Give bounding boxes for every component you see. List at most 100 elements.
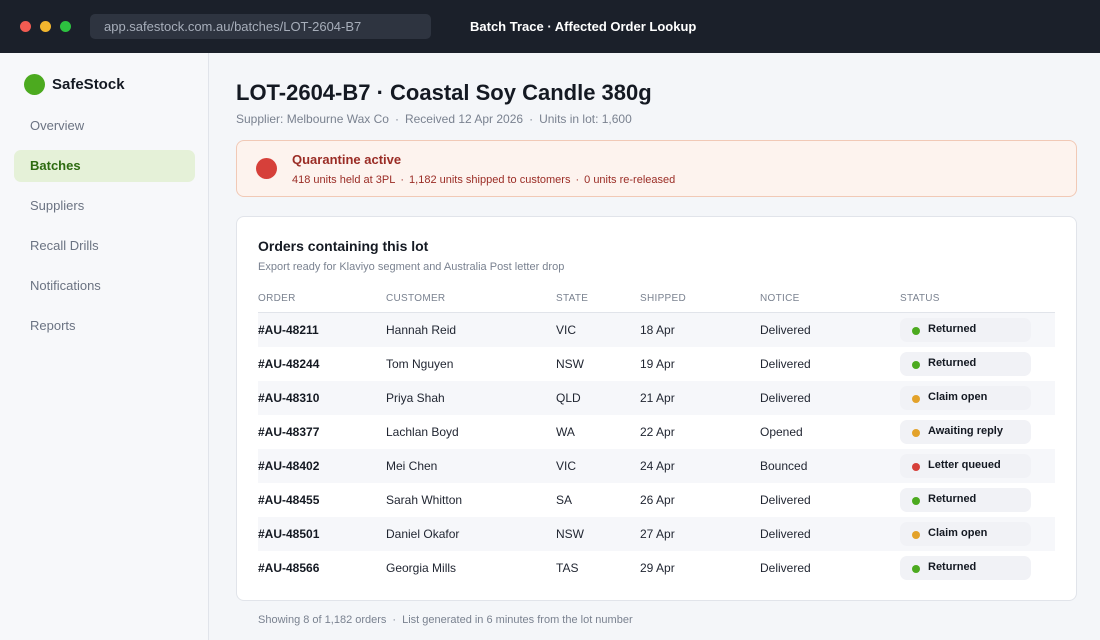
status-label: Returned xyxy=(928,357,977,369)
customer-cell: Mei Chen xyxy=(386,459,438,473)
table-footer: Showing 8 of 1,182 orders · List generated… xyxy=(258,614,633,626)
table-body: #AU-48211 Hannah Reid VIC 18 Apr Delivered Re… xyxy=(258,313,1055,585)
footer-separator: · xyxy=(392,614,397,626)
state-cell: NSW xyxy=(556,357,584,371)
order-cell[interactable]: #AU-48310 xyxy=(258,391,319,405)
column-header-shipped[interactable]: SHIPPED xyxy=(640,293,686,304)
shipped-units-text: 1,182 units shipped to customers xyxy=(409,174,571,186)
status-dot-icon xyxy=(912,565,920,573)
status-label: Returned xyxy=(928,323,977,335)
state-cell: VIC xyxy=(556,459,577,473)
status-dot-icon xyxy=(912,361,920,369)
units-text: Units in lot: 1,600 xyxy=(539,112,632,126)
column-header-notice[interactable]: NOTICE xyxy=(760,293,800,304)
shipped-date-cell: 18 Apr xyxy=(640,323,675,337)
customer-cell: Hannah Reid xyxy=(386,323,457,337)
table-row[interactable]: #AU-48244 Tom Nguyen NSW 19 Apr Delivered Ret… xyxy=(258,347,1055,381)
shipped-date-cell: 27 Apr xyxy=(640,527,675,541)
status-badge: Claim open xyxy=(900,386,1031,410)
status-label: Returned xyxy=(928,561,977,573)
order-cell[interactable]: #AU-48402 xyxy=(258,459,319,473)
shipped-date-cell: 24 Apr xyxy=(640,459,675,473)
sidebar-item-notifications[interactable]: Notifications xyxy=(14,270,195,302)
sidebar: SafeStock Overview Batches Suppliers Recall… xyxy=(0,53,209,640)
column-header-state[interactable]: STATE xyxy=(556,293,588,304)
address-bar[interactable]: app.safestock.com.au/batches/LOT-2604-B7 xyxy=(90,14,431,39)
order-cell[interactable]: #AU-48211 xyxy=(258,323,319,337)
orders-table: ORDER CUSTOMER STATE SHIPPED NOTICE STAT… xyxy=(258,287,1055,585)
orders-card-subtitle: Export ready for Klaviyo segment and Aus… xyxy=(258,261,565,273)
column-header-order[interactable]: ORDER xyxy=(258,293,296,304)
status-dot-icon xyxy=(912,531,920,539)
notice-cell: Delivered xyxy=(760,357,811,371)
state-cell: VIC xyxy=(556,323,577,337)
column-header-status[interactable]: STATUS xyxy=(900,293,940,304)
table-row[interactable]: #AU-48310 Priya Shah QLD 21 Apr Delivered Cla… xyxy=(258,381,1055,415)
table-row[interactable]: #AU-48211 Hannah Reid VIC 18 Apr Delivered Re… xyxy=(258,313,1055,347)
meta-separator: · xyxy=(394,112,399,126)
order-cell[interactable]: #AU-48566 xyxy=(258,561,319,575)
notice-cell: Delivered xyxy=(760,323,811,337)
order-cell[interactable]: #AU-48244 xyxy=(258,357,319,371)
notice-cell: Opened xyxy=(760,425,803,439)
quarantine-alert: Quarantine active 418 units held at 3PL ·… xyxy=(236,140,1077,197)
minimize-window-button[interactable] xyxy=(40,21,51,32)
released-units-text: 0 units re-released xyxy=(584,174,676,186)
status-badge: Awaiting reply xyxy=(900,420,1031,444)
status-label: Claim open xyxy=(928,527,988,539)
table-row[interactable]: #AU-48501 Daniel Okafor NSW 27 Apr Delivered… xyxy=(258,517,1055,551)
main-content: LOT-2604-B7 · Coastal Soy Candle 380g Su… xyxy=(209,53,1100,640)
held-units-text: 418 units held at 3PL xyxy=(292,174,396,186)
sidebar-item-recall-drills[interactable]: Recall Drills xyxy=(14,230,195,262)
customer-cell: Georgia Mills xyxy=(386,561,457,575)
alert-separator: · xyxy=(575,174,580,186)
showing-count-text: Showing 8 of 1,182 orders xyxy=(258,614,387,626)
state-cell: SA xyxy=(556,493,573,507)
brand-name: SafeStock xyxy=(52,75,125,93)
brand[interactable]: SafeStock xyxy=(24,73,125,95)
status-badge: Letter queued xyxy=(900,454,1031,478)
customer-cell: Sarah Whitton xyxy=(386,493,463,507)
maximize-window-button[interactable] xyxy=(60,21,71,32)
status-badge: Returned xyxy=(900,488,1031,512)
sidebar-item-batches[interactable]: Batches xyxy=(14,150,195,182)
orders-card-title: Orders containing this lot xyxy=(258,238,429,254)
sidebar-item-reports[interactable]: Reports xyxy=(14,310,195,342)
sidebar-item-suppliers[interactable]: Suppliers xyxy=(14,190,195,222)
brand-logo-icon xyxy=(24,73,45,95)
state-cell: TAS xyxy=(556,561,579,575)
order-cell[interactable]: #AU-48377 xyxy=(258,425,319,439)
supplier-text: Supplier: Melbourne Wax Co xyxy=(236,112,389,126)
status-label: Claim open xyxy=(928,391,988,403)
shipped-date-cell: 22 Apr xyxy=(640,425,675,439)
status-dot-icon xyxy=(912,327,920,335)
notice-cell: Delivered xyxy=(760,561,811,575)
alert-status-icon xyxy=(256,158,277,179)
status-dot-icon xyxy=(912,497,920,505)
sidebar-nav: Overview Batches Suppliers Recall Drills Not… xyxy=(14,110,195,350)
alert-title: Quarantine active xyxy=(292,152,402,167)
column-header-customer[interactable]: CUSTOMER xyxy=(386,293,445,304)
table-row[interactable]: #AU-48566 Georgia Mills TAS 29 Apr Delivered… xyxy=(258,551,1055,585)
state-cell: NSW xyxy=(556,527,584,541)
status-label: Awaiting reply xyxy=(928,425,1003,437)
notice-cell: Delivered xyxy=(760,391,811,405)
customer-cell: Lachlan Boyd xyxy=(386,425,459,439)
shipped-date-cell: 26 Apr xyxy=(640,493,675,507)
order-cell[interactable]: #AU-48501 xyxy=(258,527,319,541)
customer-cell: Daniel Okafor xyxy=(386,527,460,541)
table-row[interactable]: #AU-48455 Sarah Whitton SA 26 Apr Delivered R… xyxy=(258,483,1055,517)
table-row[interactable]: #AU-48402 Mei Chen VIC 24 Apr Bounced Letter … xyxy=(258,449,1055,483)
shipped-date-cell: 21 Apr xyxy=(640,391,675,405)
order-cell[interactable]: #AU-48455 xyxy=(258,493,319,507)
alert-separator: · xyxy=(400,174,405,186)
generated-text: List generated in 6 minutes from the lot… xyxy=(402,614,633,626)
status-label: Letter queued xyxy=(928,459,1001,471)
alert-detail: 418 units held at 3PL · 1,182 units shippe… xyxy=(292,174,675,186)
sidebar-item-overview[interactable]: Overview xyxy=(14,110,195,142)
table-row[interactable]: #AU-48377 Lachlan Boyd WA 22 Apr Opened Await… xyxy=(258,415,1055,449)
close-window-button[interactable] xyxy=(20,21,31,32)
status-badge: Returned xyxy=(900,556,1031,580)
notice-cell: Delivered xyxy=(760,527,811,541)
batch-meta: Supplier: Melbourne Wax Co · Received 12 A… xyxy=(236,112,632,126)
